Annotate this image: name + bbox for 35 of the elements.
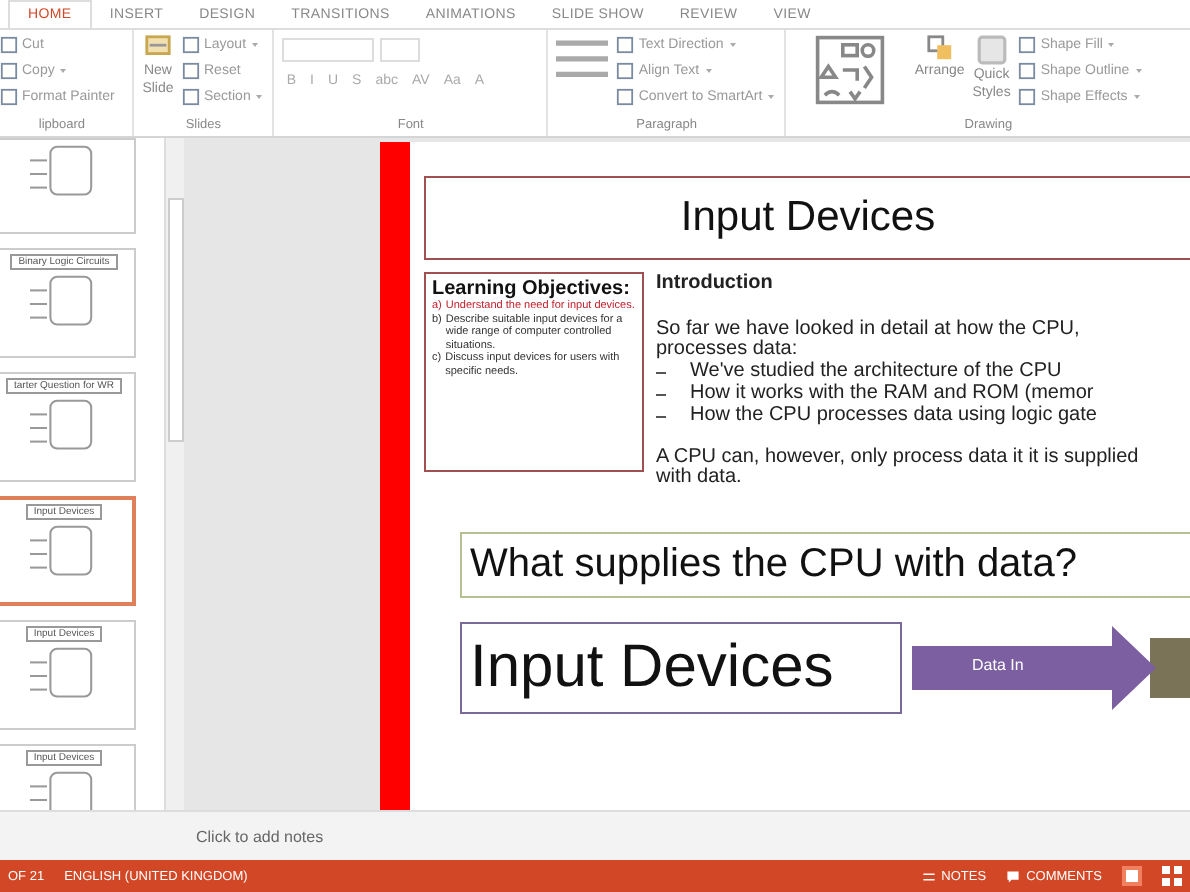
intro-paragraph: A CPU can, however, only process data it it is supplied with data.	[656, 448, 1141, 488]
bullet-item: We've studied the architecture of the CPU	[690, 360, 1062, 382]
font-name-field[interactable]	[282, 38, 375, 62]
notes-icon	[921, 869, 936, 883]
font-size-field[interactable]	[380, 38, 421, 62]
bullet-dash-icon	[656, 394, 666, 396]
answer-box: Input Devices	[460, 622, 902, 714]
dropdown-caret-icon	[58, 66, 69, 76]
dropdown-caret-icon	[1133, 66, 1144, 76]
question-box: What supplies the CPU with data?	[460, 532, 1190, 598]
intro-paragraph: So far we have looked in detail at how the CPU, processes data:	[656, 320, 1082, 360]
dropdown-caret-icon	[1106, 40, 1117, 50]
slide-thumbnail[interactable]	[0, 138, 136, 234]
bullet-item: How the CPU processes data using logic gate	[690, 404, 1097, 426]
dropdown-caret-icon	[727, 40, 738, 50]
bullet-dash-icon	[656, 372, 666, 374]
bullet-item: How it works with the RAM and ROM (memor	[690, 382, 1094, 404]
dropdown-caret-icon	[1131, 92, 1142, 102]
normal-view-icon	[1122, 866, 1142, 886]
dropdown-caret-icon	[766, 92, 777, 102]
intro-heading: Introduction	[656, 272, 775, 294]
arrange-icon	[925, 34, 954, 62]
comment-icon	[1006, 869, 1021, 883]
photo-placeholder	[1150, 638, 1190, 698]
slide-title: Input Devices	[424, 176, 1190, 260]
objectives-heading: Learning Objectives:	[432, 278, 632, 300]
arrow-shape: Data In	[912, 626, 1156, 710]
notes-placeholder[interactable]: Click to add notes	[196, 827, 324, 845]
dropdown-caret-icon	[254, 92, 265, 102]
dropdown-caret-icon	[703, 66, 714, 76]
scrollbar[interactable]	[164, 138, 184, 810]
quick-styles-icon	[975, 34, 1008, 66]
slide-sorter-icon	[1162, 866, 1182, 886]
dropdown-caret-icon	[250, 40, 261, 50]
bullet-dash-icon	[656, 416, 666, 418]
